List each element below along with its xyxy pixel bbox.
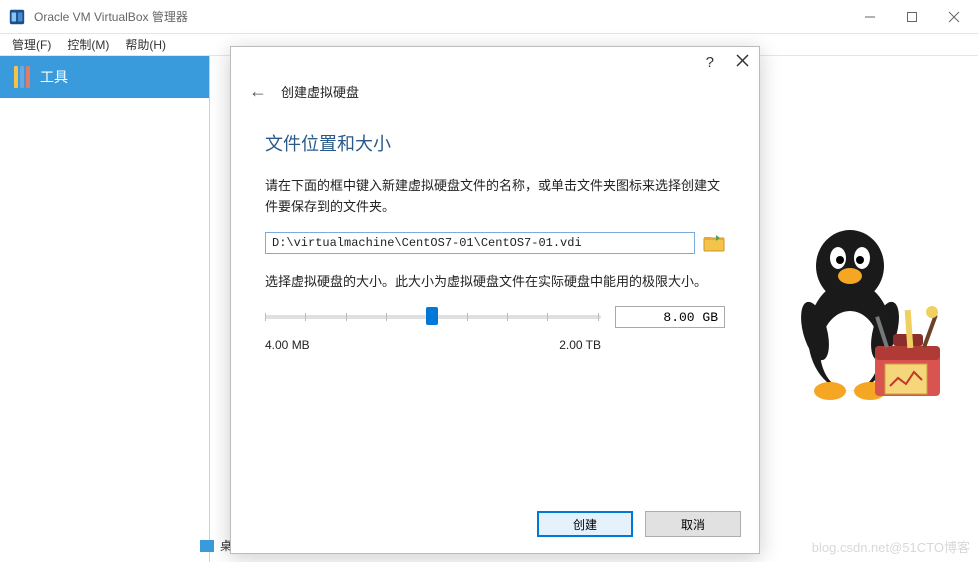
minimize-button[interactable] [858, 5, 882, 29]
slider-max-label: 2.00 TB [559, 338, 601, 352]
sidebar-item-tools[interactable]: 工具 [0, 56, 209, 98]
main-title: Oracle VM VirtualBox 管理器 [34, 8, 858, 25]
location-description: 请在下面的框中键入新建虚拟硬盘文件的名称，或单击文件夹图标来选择创建文件要保存到… [265, 176, 725, 218]
menu-manage[interactable]: 管理(F) [12, 36, 51, 53]
maximize-button[interactable] [900, 5, 924, 29]
menu-control[interactable]: 控制(M) [67, 36, 109, 53]
back-arrow-icon[interactable]: ← [249, 81, 267, 102]
dialog-body: 文件位置和大小 请在下面的框中键入新建虚拟硬盘文件的名称，或单击文件夹图标来选择… [231, 112, 759, 499]
slider-thumb[interactable] [426, 307, 438, 325]
desktop-icon [200, 540, 214, 552]
size-description: 选择虚拟硬盘的大小。此大小为虚拟硬盘文件在实际硬盘中能用的极限大小。 [265, 272, 725, 293]
dialog-help-button[interactable]: ? [706, 54, 714, 71]
sidebar: 工具 [0, 56, 210, 562]
tux-illustration [780, 216, 950, 416]
create-button[interactable]: 创建 [537, 511, 633, 537]
main-titlebar: Oracle VM VirtualBox 管理器 [0, 0, 978, 34]
virtualbox-icon [8, 8, 26, 26]
file-path-input[interactable] [265, 232, 695, 254]
dialog-titlebar: ? [231, 47, 759, 77]
dialog-header: ← 创建虚拟硬盘 [231, 77, 759, 112]
close-button[interactable] [942, 5, 966, 29]
browse-folder-button[interactable] [703, 233, 725, 253]
slider-min-label: 4.00 MB [265, 338, 310, 352]
cancel-button[interactable]: 取消 [645, 511, 741, 537]
dialog-title: 创建虚拟硬盘 [281, 82, 359, 101]
sidebar-item-label: 工具 [40, 67, 68, 87]
dialog-footer: 创建 取消 [231, 499, 759, 553]
size-input[interactable] [615, 306, 725, 328]
create-disk-dialog: ? ← 创建虚拟硬盘 文件位置和大小 请在下面的框中键入新建虚拟硬盘文件的名称，… [230, 46, 760, 554]
dialog-close-button[interactable] [736, 54, 749, 71]
size-slider[interactable] [265, 315, 601, 319]
watermark: blog.csdn.net@51CTO博客 [812, 537, 970, 556]
section-title: 文件位置和大小 [265, 130, 725, 156]
tools-icon [14, 66, 30, 88]
menu-help[interactable]: 帮助(H) [125, 36, 166, 53]
